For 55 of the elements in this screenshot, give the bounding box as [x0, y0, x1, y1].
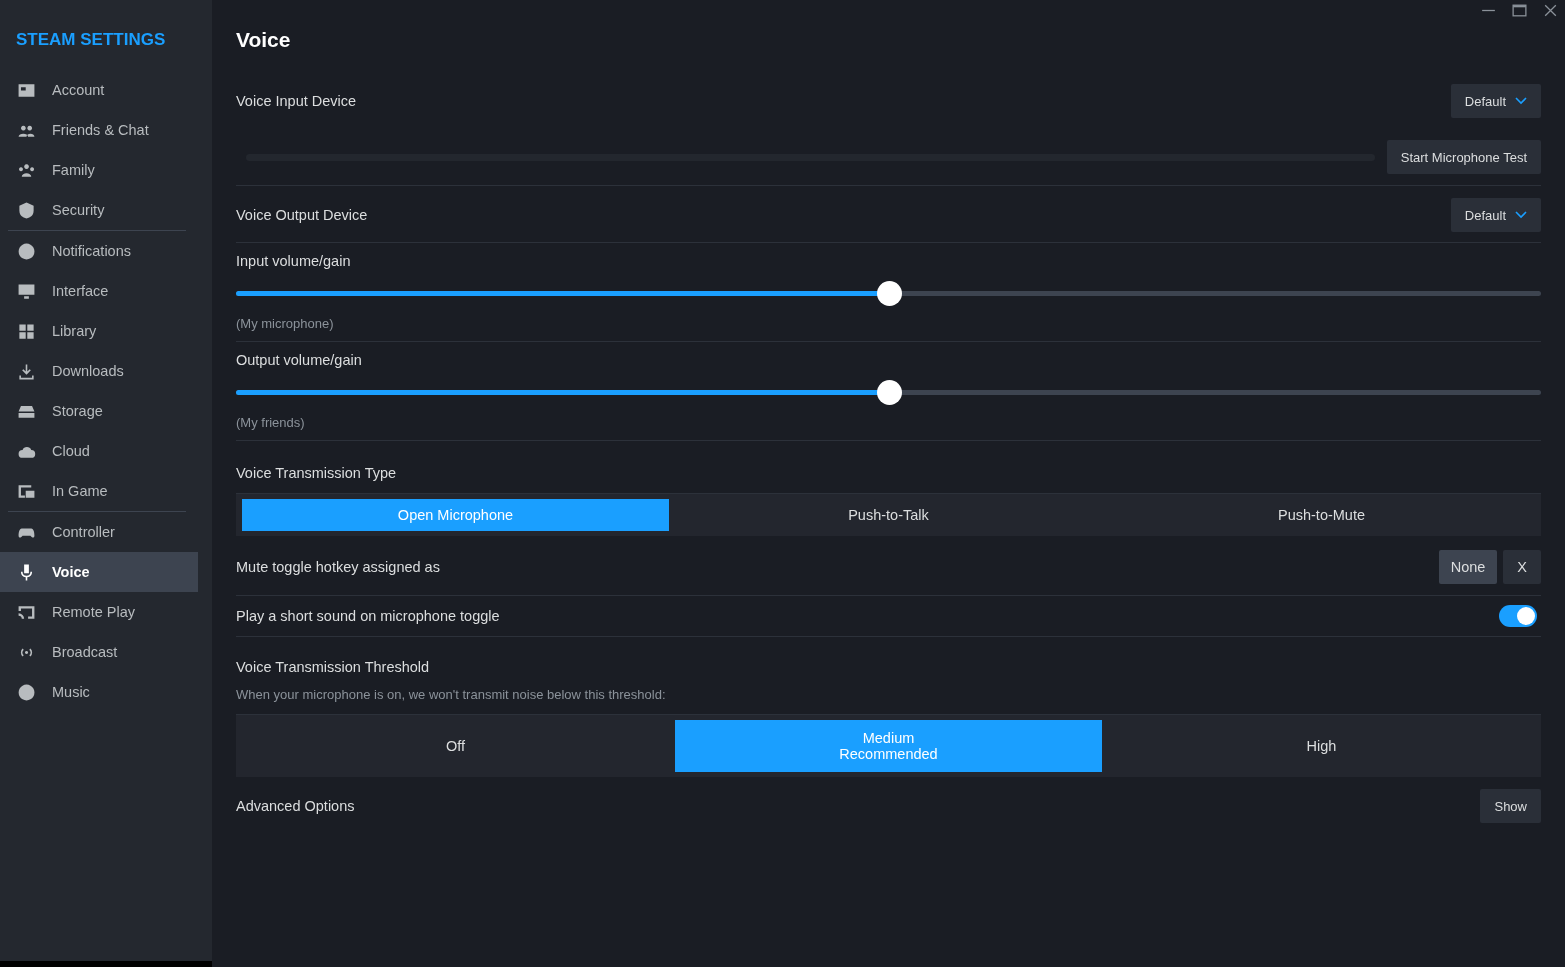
sidebar-item[interactable]: Interface: [0, 271, 198, 311]
slider-note: (My microphone): [236, 316, 335, 331]
hotkey-button[interactable]: None: [1438, 550, 1498, 584]
setting-label: Mute toggle hotkey assigned as: [236, 559, 440, 575]
sidebar-item[interactable]: Controller: [0, 512, 198, 552]
sidebar-icon: [17, 321, 36, 341]
sidebar-item[interactable]: Broadcast: [0, 632, 198, 672]
page-title: Voice: [236, 28, 292, 53]
sidebar-item[interactable]: Remote Play: [0, 592, 198, 632]
setting-label: Output volume/gain: [236, 352, 363, 368]
sidebar-title: STEAM SETTINGS: [15, 30, 167, 50]
toggle-switch[interactable]: [1499, 605, 1537, 627]
setting-label: Advanced Options: [236, 798, 355, 814]
sidebar-item[interactable]: Downloads: [0, 351, 198, 391]
maximize-icon[interactable]: [1511, 2, 1528, 19]
threshold-option[interactable]: High: [1108, 720, 1535, 772]
sidebar-icon: [17, 200, 36, 220]
sidebar-icon: [17, 241, 36, 261]
volume-slider[interactable]: [236, 380, 1541, 405]
sidebar-item[interactable]: Friends & Chat: [0, 110, 198, 150]
chevron-icon: [1515, 97, 1527, 105]
close-icon[interactable]: [1542, 2, 1559, 19]
transmission-option[interactable]: Push-to-Talk: [675, 499, 1102, 531]
sidebar-item[interactable]: Library: [0, 311, 198, 351]
slider-thumb[interactable]: [876, 380, 902, 405]
setting-description: When your microphone is on, we won't transmit noise below this threshold:: [236, 687, 667, 702]
sidebar-item[interactable]: Voice: [0, 552, 198, 592]
setting-label: Input volume/gain: [236, 253, 352, 269]
volume-slider[interactable]: [236, 281, 1541, 306]
sidebar-item[interactable]: Cloud: [0, 431, 198, 471]
setting-label: Voice Output Device: [236, 207, 368, 223]
setting-label: Play a short sound on microphone toggle: [236, 608, 500, 624]
slider-note: (My friends): [236, 415, 306, 430]
setting-label: Voice Transmission Type: [236, 465, 398, 481]
setting-label: Voice Input Device: [236, 93, 357, 109]
sidebar-item[interactable]: Notifications: [0, 231, 198, 271]
sidebar-item[interactable]: In Game: [0, 471, 198, 511]
setting-label: Voice Transmission Threshold: [236, 659, 431, 675]
chevron-icon: [1515, 211, 1527, 219]
sidebar-icon: [17, 361, 36, 381]
sidebar-item[interactable]: Family: [0, 150, 198, 190]
clear-hotkey-button[interactable]: X: [1503, 550, 1541, 584]
dropdown[interactable]: Default: [1450, 84, 1541, 118]
show-button[interactable]: Show: [1480, 789, 1541, 823]
slider-thumb[interactable]: [876, 281, 902, 306]
sidebar-item[interactable]: Security: [0, 190, 198, 230]
sidebar-item[interactable]: Music: [0, 672, 198, 712]
transmission-option[interactable]: Push-to-Mute: [1108, 499, 1535, 531]
dropdown[interactable]: Default: [1450, 198, 1541, 232]
sidebar-icon: [17, 281, 36, 301]
sidebar-icon: [17, 682, 36, 702]
sidebar-item[interactable]: Storage: [0, 391, 198, 431]
microphone-test-button[interactable]: Start Microphone Test: [1386, 140, 1541, 174]
sidebar-item[interactable]: Account: [0, 70, 198, 110]
threshold-option[interactable]: Off: [242, 720, 669, 772]
